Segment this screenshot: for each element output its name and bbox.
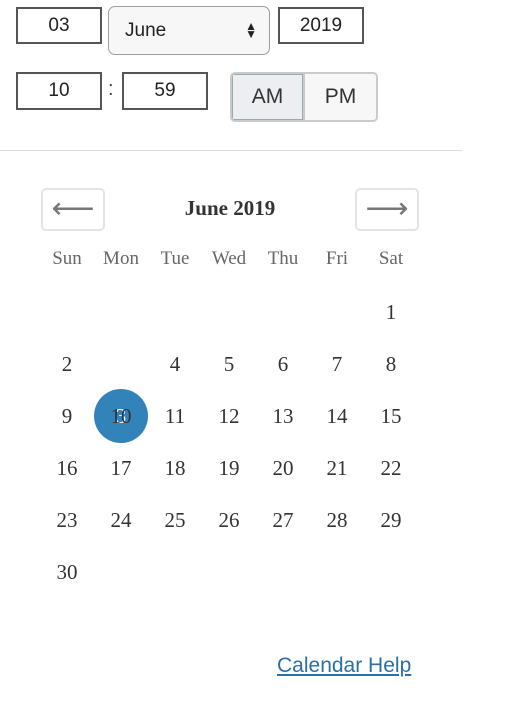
day-cell[interactable]: 27 [256, 508, 310, 533]
calendar-title: June 2019 [184, 196, 276, 220]
day-cell[interactable]: 10 [94, 404, 148, 429]
day-cell[interactable]: 28 [310, 508, 364, 533]
day-cell[interactable]: 7 [310, 352, 364, 377]
weekday-tue: Tue [160, 248, 190, 269]
day-cell[interactable]: 16 [40, 456, 94, 481]
minute-input[interactable]: 59 [122, 72, 208, 110]
month-select[interactable]: June ▲ ▼ [108, 6, 270, 55]
select-arrows-icon: ▲ ▼ [245, 19, 257, 41]
day-cell[interactable]: 9 [40, 404, 94, 429]
day-cell[interactable]: 8 [364, 352, 418, 377]
weekday-fri: Fri [325, 248, 349, 269]
day-cell[interactable]: 2 [40, 352, 94, 377]
day-cell[interactable]: 20 [256, 456, 310, 481]
weekday-mon: Mon [103, 248, 139, 269]
day-cell[interactable]: 26 [202, 508, 256, 533]
day-cell[interactable]: 25 [148, 508, 202, 533]
day-cell[interactable]: 30 [40, 560, 94, 585]
day-cell[interactable]: 1 [364, 300, 418, 325]
day-cell[interactable]: 12 [202, 404, 256, 429]
am-pm-toggle: AM PM [230, 72, 378, 122]
weekday-thu: Thu [267, 248, 299, 269]
day-cell[interactable]: 15 [364, 404, 418, 429]
weekday-sun: Sun [52, 248, 82, 269]
day-cell[interactable]: 6 [256, 352, 310, 377]
day-cell[interactable]: 4 [148, 352, 202, 377]
day-cell[interactable]: 19 [202, 456, 256, 481]
arrow-left-icon: ⟵ [51, 192, 95, 225]
divider [0, 150, 462, 151]
day-cell[interactable]: 23 [40, 508, 94, 533]
pm-button[interactable]: PM [305, 74, 376, 120]
hour-input[interactable]: 10 [16, 72, 102, 110]
weekday-wed: Wed [211, 248, 247, 269]
day-cell[interactable]: 17 [94, 456, 148, 481]
calendar-help-link[interactable]: Calendar Help [277, 654, 411, 678]
year-input[interactable]: 2019 [278, 7, 364, 44]
month-value: June [125, 20, 167, 41]
prev-month-button[interactable]: ⟵ [41, 188, 105, 231]
time-separator: : [108, 78, 114, 100]
day-cell[interactable]: 5 [202, 352, 256, 377]
day-input[interactable]: 03 [16, 7, 102, 44]
day-cell[interactable]: 14 [310, 404, 364, 429]
arrow-right-icon: ⟶ [365, 192, 409, 225]
day-cell[interactable]: 24 [94, 508, 148, 533]
day-cell[interactable]: 29 [364, 508, 418, 533]
day-cell[interactable]: 18 [148, 456, 202, 481]
day-cell[interactable]: 13 [256, 404, 310, 429]
day-cell[interactable]: 11 [148, 404, 202, 429]
day-cell[interactable]: 21 [310, 456, 364, 481]
weekday-sat: Sat [378, 248, 404, 269]
day-cell[interactable]: 22 [364, 456, 418, 481]
am-button[interactable]: AM [232, 74, 305, 120]
next-month-button[interactable]: ⟶ [355, 188, 419, 231]
